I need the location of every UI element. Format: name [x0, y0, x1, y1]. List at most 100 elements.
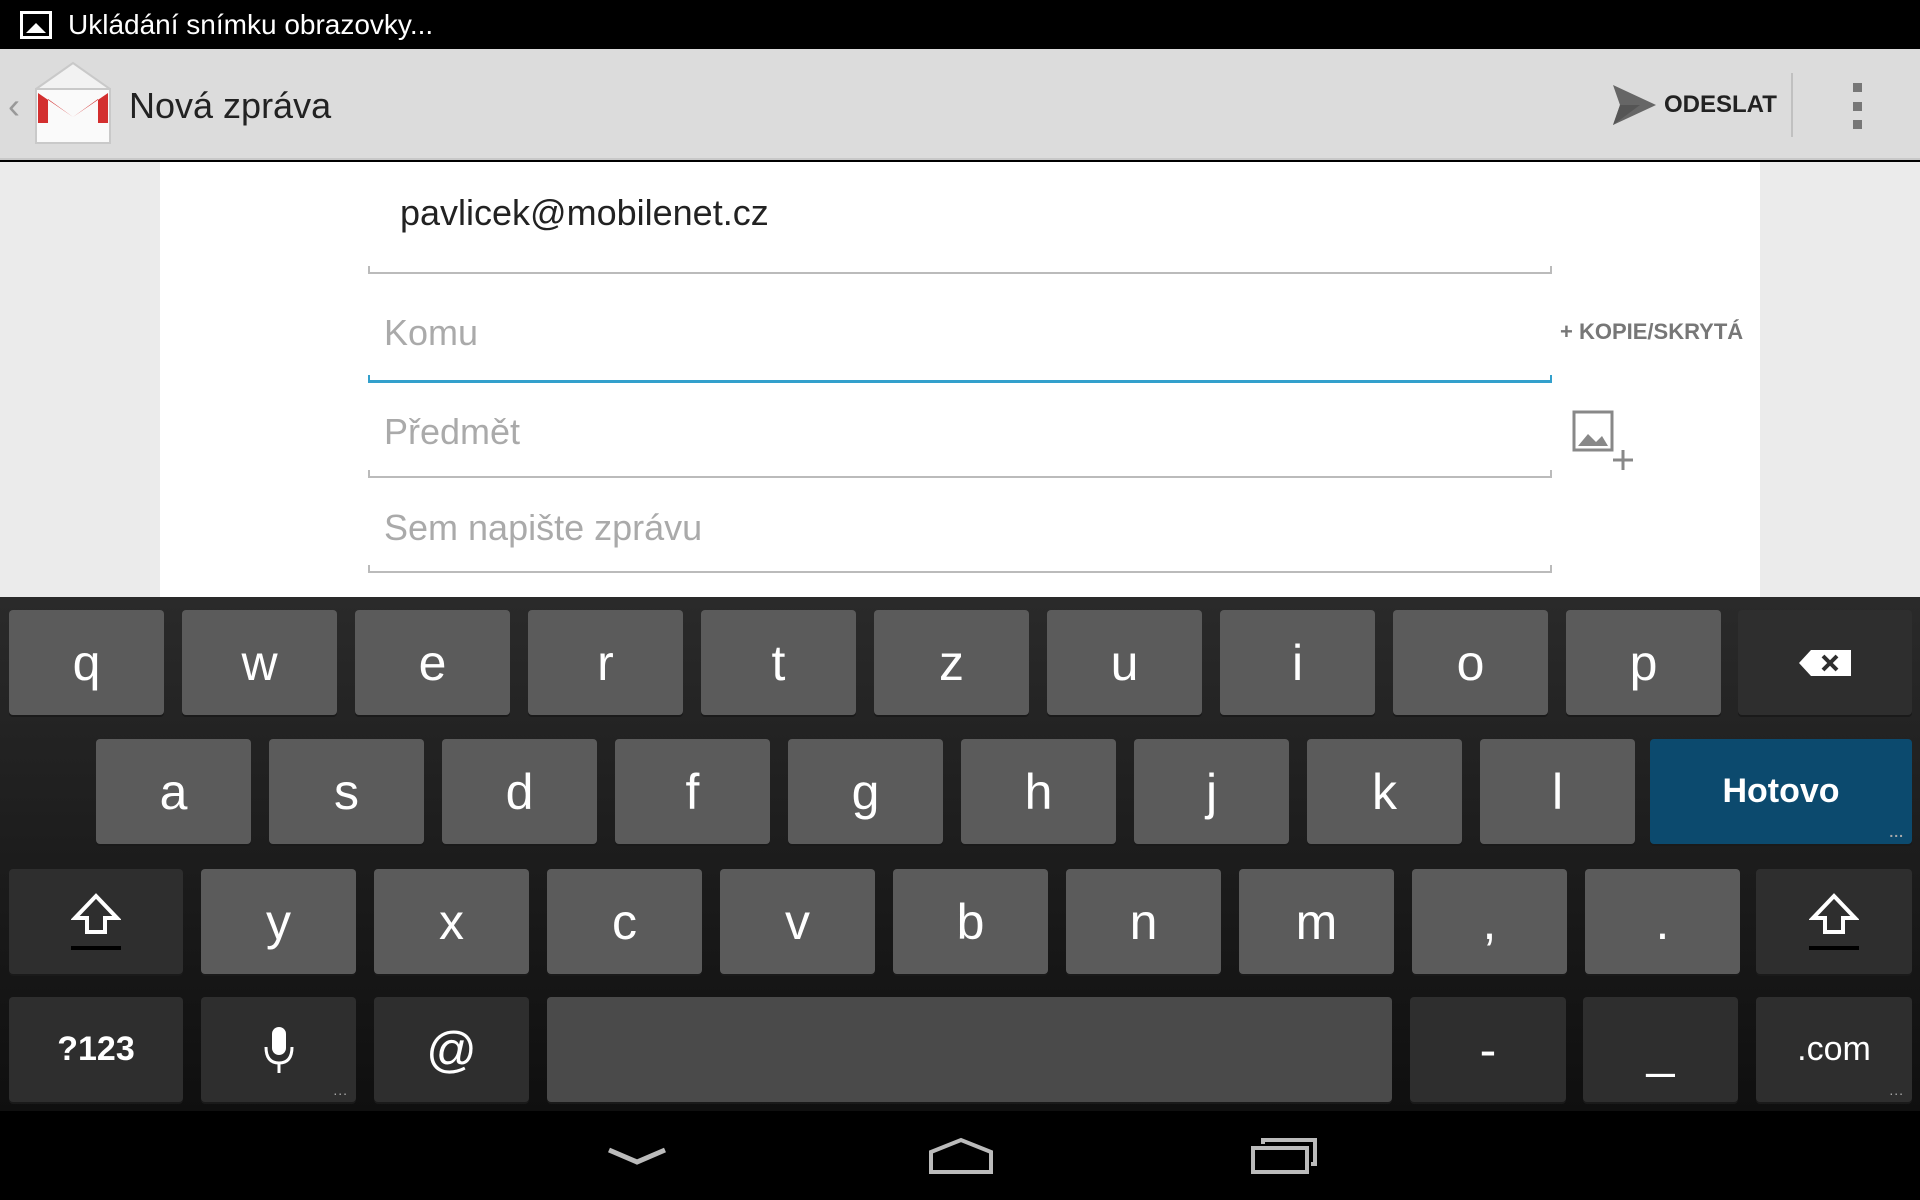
dash-label: - — [1479, 1021, 1497, 1078]
key-label: z — [939, 634, 964, 691]
key-label: k — [1372, 763, 1397, 820]
key-period[interactable]: . — [1585, 869, 1740, 974]
dotcom-key[interactable]: .com ... — [1756, 997, 1912, 1102]
key-s[interactable]: s — [269, 739, 424, 844]
key-label: a — [159, 763, 188, 820]
from-value: pavlicek@mobilenet.cz — [400, 192, 769, 233]
backspace-key[interactable] — [1738, 610, 1912, 715]
key-p[interactable]: p — [1566, 610, 1721, 715]
body-placeholder: Sem napište zprávu — [384, 507, 703, 548]
key-y[interactable]: y — [201, 869, 356, 974]
key-label: p — [1629, 634, 1658, 691]
key-v[interactable]: v — [720, 869, 875, 974]
key-label: s — [334, 763, 359, 820]
symbols-key[interactable]: ?123 — [9, 997, 183, 1102]
key-e[interactable]: e — [355, 610, 510, 715]
key-label: w — [241, 634, 278, 691]
body-field[interactable]: Sem napište zprávu — [368, 490, 1552, 573]
send-button[interactable]: ODESLAT — [1610, 79, 1777, 131]
underscore-label: _ — [1646, 1021, 1675, 1078]
shift-key-left[interactable] — [9, 869, 183, 974]
key-b[interactable]: b — [893, 869, 1048, 974]
key-label: t — [771, 634, 786, 691]
done-label: Hotovo — [1722, 772, 1840, 810]
key-j[interactable]: j — [1134, 739, 1289, 844]
key-k[interactable]: k — [1307, 739, 1462, 844]
at-key[interactable]: @ — [374, 997, 529, 1102]
from-field[interactable]: pavlicek@mobilenet.cz — [368, 172, 1552, 274]
more-hint: ... — [1889, 824, 1904, 840]
key-label: r — [597, 634, 614, 691]
cc-bcc-button[interactable]: + KOPIE/SKRYTÁ — [1560, 319, 1743, 345]
subject-underline — [368, 470, 1552, 478]
more-vert-icon[interactable] — [1845, 83, 1869, 129]
key-n[interactable]: n — [1066, 869, 1221, 974]
shift-icon — [1809, 892, 1859, 950]
key-label: n — [1129, 893, 1158, 950]
soft-keyboard: Hotovo ... ?123 ... @ - _ .com ... q w e… — [0, 597, 1920, 1111]
to-field[interactable]: Komu — [368, 290, 1552, 383]
action-bar: ‹ Nová zpráva ODESLAT — [0, 49, 1920, 160]
done-key[interactable]: Hotovo ... — [1650, 739, 1912, 844]
key-l[interactable]: l — [1480, 739, 1635, 844]
key-w[interactable]: w — [182, 610, 337, 715]
from-underline — [368, 266, 1552, 274]
key-label: y — [266, 893, 291, 950]
key-label: v — [785, 893, 810, 950]
dash-key[interactable]: - — [1410, 997, 1566, 1102]
key-i[interactable]: i — [1220, 610, 1375, 715]
key-t[interactable]: t — [701, 610, 856, 715]
status-bar: Ukládání snímku obrazovky... — [0, 0, 1920, 49]
microphone-key[interactable]: ... — [201, 997, 356, 1102]
screen: Ukládání snímku obrazovky... ‹ Nová zprá… — [0, 0, 1920, 1200]
key-label: . — [1655, 893, 1670, 950]
page-title: Nová zpráva — [129, 85, 332, 126]
key-label: u — [1110, 634, 1139, 691]
key-g[interactable]: g — [788, 739, 943, 844]
key-q[interactable]: q — [9, 610, 164, 715]
key-h[interactable]: h — [961, 739, 1116, 844]
key-label: m — [1295, 893, 1338, 950]
shift-icon — [71, 892, 121, 950]
more-hint: ... — [1889, 1082, 1904, 1098]
add-picture-icon[interactable] — [1572, 410, 1636, 474]
key-o[interactable]: o — [1393, 610, 1548, 715]
key-label: h — [1024, 763, 1053, 820]
body-underline — [368, 565, 1552, 573]
microphone-icon — [264, 1026, 293, 1073]
action-divider — [1791, 73, 1793, 137]
to-underline — [368, 375, 1552, 383]
key-r[interactable]: r — [528, 610, 683, 715]
key-label: b — [956, 893, 985, 950]
subject-field[interactable]: Předmět — [368, 390, 1552, 478]
send-icon — [1613, 85, 1656, 125]
key-a[interactable]: a — [96, 739, 251, 844]
key-c[interactable]: c — [547, 869, 702, 974]
underscore-key[interactable]: _ — [1583, 997, 1738, 1102]
key-label: , — [1482, 893, 1497, 950]
key-label: c — [612, 893, 637, 950]
key-f[interactable]: f — [615, 739, 770, 844]
space-key[interactable] — [547, 997, 1392, 1102]
key-z[interactable]: z — [874, 610, 1029, 715]
key-u[interactable]: u — [1047, 610, 1202, 715]
key-label: e — [418, 634, 447, 691]
key-label: x — [439, 893, 464, 950]
key-comma[interactable]: , — [1412, 869, 1567, 974]
chevron-left-icon[interactable]: ‹ — [8, 85, 20, 127]
more-hint: ... — [333, 1082, 348, 1098]
shift-key-right[interactable] — [1756, 869, 1912, 974]
home-icon[interactable] — [916, 1131, 1006, 1181]
key-m[interactable]: m — [1239, 869, 1394, 974]
key-label: d — [505, 763, 534, 820]
recent-apps-icon[interactable] — [1239, 1131, 1329, 1181]
back-icon[interactable] — [592, 1131, 682, 1181]
key-label: i — [1291, 634, 1304, 691]
gmail-icon[interactable] — [28, 59, 118, 149]
key-label: f — [685, 763, 700, 820]
to-placeholder: Komu — [384, 312, 479, 353]
at-label: @ — [426, 1021, 477, 1078]
key-x[interactable]: x — [374, 869, 529, 974]
key-d[interactable]: d — [442, 739, 597, 844]
backspace-icon — [1799, 649, 1851, 676]
